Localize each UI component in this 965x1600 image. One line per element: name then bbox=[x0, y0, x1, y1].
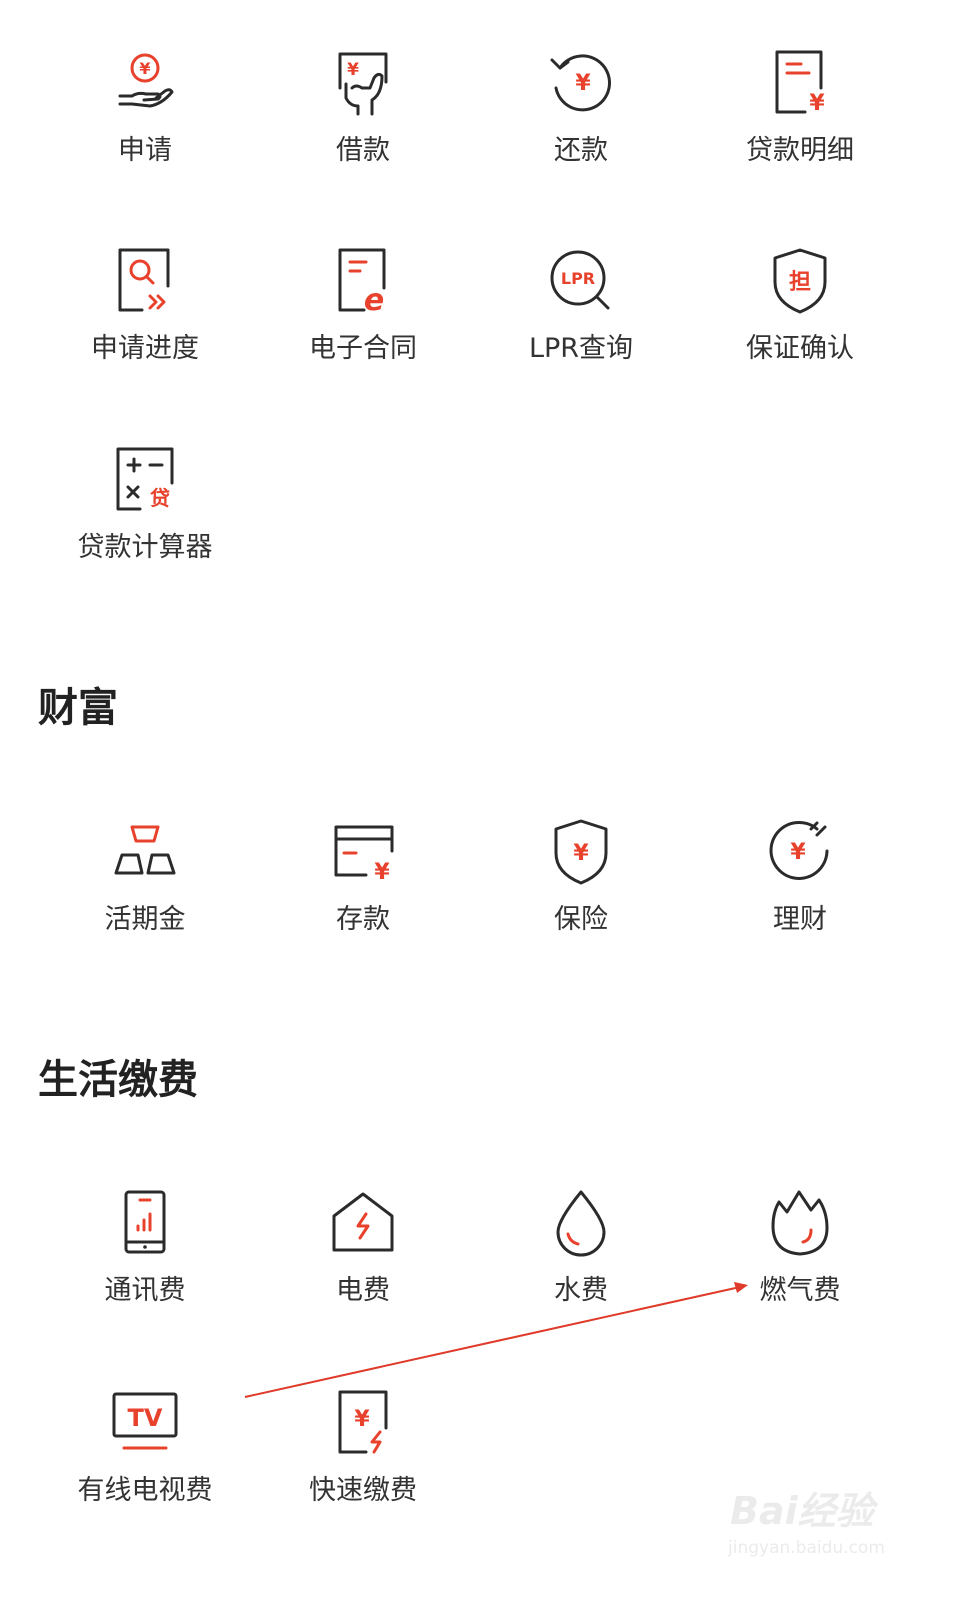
svg-text:e: e bbox=[364, 283, 384, 318]
tile-wealth-management[interactable]: ¥ 理财 bbox=[720, 817, 880, 967]
flame-icon bbox=[765, 1188, 835, 1258]
svg-text:¥: ¥ bbox=[575, 71, 591, 96]
svg-text:贷: 贷 bbox=[150, 486, 170, 510]
tile-label: 贷款计算器 bbox=[77, 532, 213, 563]
tile-label: 借款 bbox=[336, 135, 390, 166]
svg-text:担: 担 bbox=[789, 270, 811, 295]
tile-label: 活期金 bbox=[104, 904, 186, 935]
svg-text:¥: ¥ bbox=[347, 60, 359, 80]
tile-deposit[interactable]: ¥ 存款 bbox=[283, 817, 443, 967]
tile-label: LPR查询 bbox=[528, 333, 634, 364]
watermark-brand: Bai经验 bbox=[730, 1489, 874, 1533]
tile-label: 申请 bbox=[118, 135, 172, 166]
svg-text:¥: ¥ bbox=[139, 59, 150, 78]
document-yuan-icon: ¥ bbox=[765, 48, 835, 118]
tile-loan-calculator[interactable]: 贷 贷款计算器 bbox=[65, 445, 225, 595]
tile-label: 有线电视费 bbox=[77, 1475, 213, 1506]
tile-label: 还款 bbox=[554, 135, 608, 166]
tile-demand-gold[interactable]: 活期金 bbox=[65, 817, 225, 967]
svg-text:LPR: LPR bbox=[561, 269, 595, 288]
yuan-growth-circle-icon: ¥ bbox=[765, 817, 835, 887]
tile-cable-tv-fee[interactable]: TV 有线电视费 bbox=[65, 1388, 225, 1538]
tile-water-fee[interactable]: 水费 bbox=[501, 1188, 661, 1338]
yuan-refresh-icon: ¥ bbox=[546, 48, 616, 118]
tile-borrow[interactable]: ¥ 借款 bbox=[283, 48, 443, 198]
mobile-signal-icon bbox=[110, 1188, 180, 1258]
tile-label: 水费 bbox=[554, 1275, 608, 1306]
document-e-icon: e bbox=[328, 246, 398, 318]
calculator-icon: 贷 bbox=[110, 445, 180, 515]
gold-bars-icon bbox=[110, 817, 180, 887]
tile-lpr-query[interactable]: LPR LPR查询 bbox=[501, 246, 661, 396]
section-title-bills: 生活缴费 bbox=[38, 1057, 198, 1103]
tile-label: 保证确认 bbox=[746, 333, 854, 364]
svg-text:¥: ¥ bbox=[790, 840, 806, 865]
tile-quick-pay[interactable]: ¥ 快速缴费 bbox=[283, 1388, 443, 1538]
bank-card-yuan-icon: ¥ bbox=[328, 817, 398, 887]
tile-electricity-fee[interactable]: 电费 bbox=[283, 1188, 443, 1338]
house-lightning-icon bbox=[328, 1188, 398, 1258]
shield-yuan-icon: ¥ bbox=[546, 817, 616, 887]
card-hand-yuan-icon: ¥ bbox=[328, 48, 398, 118]
tile-label: 贷款明细 bbox=[746, 135, 854, 166]
tile-label: 燃气费 bbox=[759, 1275, 841, 1306]
section-title-wealth: 财富 bbox=[38, 685, 118, 731]
watermark-url: jingyan.baidu.com bbox=[728, 1538, 885, 1558]
yuan-coin-hand-icon: ¥ bbox=[110, 48, 180, 118]
document-yuan-bolt-icon: ¥ bbox=[328, 1388, 398, 1458]
tile-label: 电费 bbox=[336, 1275, 390, 1306]
tv-icon: TV bbox=[110, 1388, 180, 1458]
tile-label: 理财 bbox=[773, 904, 827, 935]
tile-label: 保险 bbox=[554, 904, 608, 935]
svg-text:¥: ¥ bbox=[809, 91, 825, 116]
svg-text:¥: ¥ bbox=[374, 860, 390, 885]
baidu-jingyan-watermark: Bai经验 jingyan.baidu.com bbox=[720, 1470, 940, 1580]
annotation-arrow bbox=[244, 1282, 748, 1398]
svg-text:¥: ¥ bbox=[354, 1407, 370, 1432]
tile-label: 快速缴费 bbox=[309, 1475, 417, 1506]
lpr-magnifier-icon: LPR bbox=[546, 246, 616, 316]
water-drop-icon bbox=[546, 1188, 616, 1258]
tile-gas-fee[interactable]: 燃气费 bbox=[720, 1188, 880, 1338]
document-search-icon bbox=[110, 246, 180, 316]
tile-label: 通讯费 bbox=[104, 1275, 186, 1306]
tile-application-progress[interactable]: 申请进度 bbox=[65, 246, 225, 396]
tile-loan-details[interactable]: ¥ 贷款明细 bbox=[720, 48, 880, 198]
tile-insurance[interactable]: ¥ 保险 bbox=[501, 817, 661, 967]
tile-telecom-fee[interactable]: 通讯费 bbox=[65, 1188, 225, 1338]
svg-text:¥: ¥ bbox=[573, 841, 589, 866]
shield-guarantee-icon: 担 bbox=[765, 246, 835, 316]
tile-guarantee-confirm[interactable]: 担 保证确认 bbox=[720, 246, 880, 396]
tile-label: 申请进度 bbox=[91, 333, 199, 364]
tile-label: 电子合同 bbox=[309, 333, 417, 364]
tile-label: 存款 bbox=[336, 904, 390, 935]
svg-text:TV: TV bbox=[128, 1404, 163, 1432]
tile-e-contract[interactable]: e 电子合同 bbox=[283, 246, 443, 396]
tile-apply[interactable]: ¥ 申请 bbox=[65, 48, 225, 198]
tile-repay[interactable]: ¥ 还款 bbox=[501, 48, 661, 198]
